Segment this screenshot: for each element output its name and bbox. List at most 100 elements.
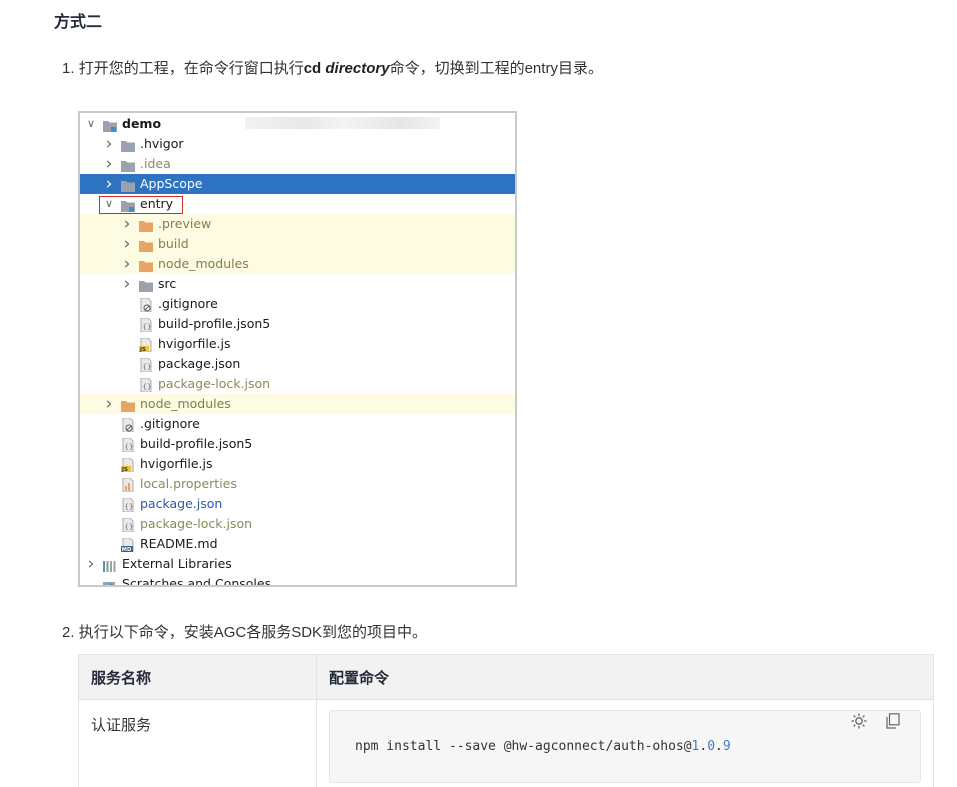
properties-file-icon xyxy=(121,477,135,493)
tree-row-label: AppScope xyxy=(140,176,203,191)
json-file-icon: {} xyxy=(121,497,135,513)
table-row: 认证服务 npm install --save @hw-agconnect/au… xyxy=(78,699,934,787)
sdk-command-table: 服务名称 配置命令 认证服务 npm install --save @hw-ag… xyxy=(78,654,934,787)
tree-row[interactable]: › External Libraries xyxy=(80,554,515,574)
tree-row-label: README.md xyxy=(140,536,218,551)
step-2: 2. 执行以下命令，安装AGC各服务SDK到您的项目中。 xyxy=(62,621,427,642)
chevron-right-icon[interactable]: › xyxy=(121,234,133,254)
copy-icon[interactable] xyxy=(884,713,902,731)
header-service-name: 服务名称 xyxy=(78,654,317,700)
tree-row-label: package.json xyxy=(140,496,223,511)
js-file-icon: JS xyxy=(121,457,135,473)
tree-row-label: package-lock.json xyxy=(158,376,271,391)
tree-row[interactable]: JS hvigorfile.js xyxy=(80,454,515,474)
project-tree-screenshot: ∨ demo › .hvigor › .idea › AppScope ∨ entry › .prev… xyxy=(78,111,517,587)
tree-row[interactable]: ∨ demo xyxy=(80,114,515,134)
chevron-right-icon[interactable]: › xyxy=(121,254,133,274)
excluded-folder-icon xyxy=(121,398,135,412)
chevron-right-icon[interactable]: › xyxy=(103,154,115,174)
cell-service-name: 认证服务 xyxy=(78,699,317,787)
tree-row[interactable]: .gitignore xyxy=(80,294,515,314)
tree-row[interactable]: local.properties xyxy=(80,474,515,494)
tree-row[interactable]: {} package-lock.json xyxy=(80,374,515,394)
svg-text:{}: {} xyxy=(125,523,134,531)
code-toolbar xyxy=(850,713,902,731)
folder-icon xyxy=(121,138,135,152)
chevron-right-icon[interactable]: › xyxy=(121,214,133,234)
svg-text:{}: {} xyxy=(143,363,152,371)
json-file-icon: {} xyxy=(121,517,135,533)
tree-row-label: package.json xyxy=(158,356,241,371)
tree-row-label: build-profile.json5 xyxy=(140,436,253,451)
tree-row-label: node_modules xyxy=(158,256,249,271)
tree-row[interactable]: › AppScope xyxy=(80,174,515,194)
chevron-down-icon[interactable]: ∨ xyxy=(85,114,97,134)
tree-row[interactable]: › build xyxy=(80,234,515,254)
svg-text:MD: MD xyxy=(122,547,132,552)
chevron-right-icon[interactable]: › xyxy=(121,274,133,294)
tree-row[interactable]: {} package.json xyxy=(80,494,515,514)
chevron-right-icon[interactable]: › xyxy=(103,174,115,194)
tree-row-label: build-profile.json5 xyxy=(158,316,271,331)
tree-row[interactable]: JS hvigorfile.js xyxy=(80,334,515,354)
tree-row[interactable]: {} package.json xyxy=(80,354,515,374)
code-ver-major: 1 xyxy=(691,739,700,754)
tree-row[interactable]: › src xyxy=(80,274,515,294)
tree-row[interactable]: {} package-lock.json xyxy=(80,514,515,534)
step-1-number: 1. xyxy=(62,60,75,77)
tree-row[interactable]: {} build-profile.json5 xyxy=(80,314,515,334)
svg-text:{}: {} xyxy=(143,383,152,391)
svg-text:JS: JS xyxy=(139,347,146,352)
js-file-icon: JS xyxy=(139,337,153,353)
tree-row-label: .gitignore xyxy=(158,296,218,311)
step-1-cmd: cd xyxy=(303,60,322,77)
folder-icon xyxy=(121,178,135,192)
tree-row[interactable]: › .idea xyxy=(80,154,515,174)
svg-text:{}: {} xyxy=(125,443,134,451)
tree-row-label: Scratches and Consoles xyxy=(122,576,272,587)
code-block: npm install --save @hw-agconnect/auth-oh… xyxy=(329,710,921,783)
excluded-folder-icon xyxy=(139,238,153,252)
tree-row[interactable]: {} build-profile.json5 xyxy=(80,434,515,454)
folder-icon xyxy=(139,278,153,292)
header-config-command: 配置命令 xyxy=(316,654,934,700)
tree-row[interactable]: Scratches and Consoles xyxy=(80,574,515,587)
tree-row-label: hvigorfile.js xyxy=(158,336,231,351)
tree-row[interactable]: › node_modules xyxy=(80,394,515,414)
svg-text:JS: JS xyxy=(121,467,128,472)
section-title: 方式二 xyxy=(54,14,103,31)
step-2-number: 2. xyxy=(62,624,75,641)
tree-row-label: src xyxy=(158,276,177,291)
tree-row[interactable]: MD README.md xyxy=(80,534,515,554)
chevron-right-icon[interactable]: › xyxy=(103,134,115,154)
svg-text:{}: {} xyxy=(143,323,152,331)
excluded-folder-icon xyxy=(139,218,153,232)
chevron-right-icon[interactable]: › xyxy=(85,554,97,574)
tree-row[interactable]: .gitignore xyxy=(80,414,515,434)
json-file-icon: {} xyxy=(121,437,135,453)
tree-row-label: local.properties xyxy=(140,476,237,491)
tree-row-label: .hvigor xyxy=(140,136,184,151)
tree-row[interactable]: › node_modules xyxy=(80,254,515,274)
tree-row-label: node_modules xyxy=(140,396,231,411)
svg-text:{}: {} xyxy=(125,503,134,511)
table-header-row: 服务名称 配置命令 xyxy=(78,654,934,700)
module-folder-icon xyxy=(103,118,117,132)
code-ver-patch: 9 xyxy=(722,739,731,754)
tree-row[interactable]: › .preview xyxy=(80,214,515,234)
sun-icon[interactable] xyxy=(850,713,868,731)
tree-row[interactable]: › .hvigor xyxy=(80,134,515,154)
tree-row-label: package-lock.json xyxy=(140,516,253,531)
tree-row-label: External Libraries xyxy=(122,556,232,571)
document-page: 方式二 1. 打开您的工程，在命令行窗口执行cd directory命令，切换到… xyxy=(0,0,957,787)
chevron-right-icon[interactable]: › xyxy=(103,394,115,414)
gitignore-file-icon xyxy=(121,417,135,433)
libraries-icon xyxy=(103,558,117,572)
step-2-text: 执行以下命令，安装AGC各服务SDK到您的项目中。 xyxy=(78,624,428,641)
tree-row-label: build xyxy=(158,236,189,251)
tree-row-label: demo xyxy=(122,116,162,131)
code-cmd-prefix: npm install --save @hw-agconnect/auth-oh… xyxy=(355,739,692,754)
tree-row-label: hvigorfile.js xyxy=(140,456,213,471)
step-1-arg: directory xyxy=(325,60,390,77)
json-file-icon: {} xyxy=(139,377,153,393)
